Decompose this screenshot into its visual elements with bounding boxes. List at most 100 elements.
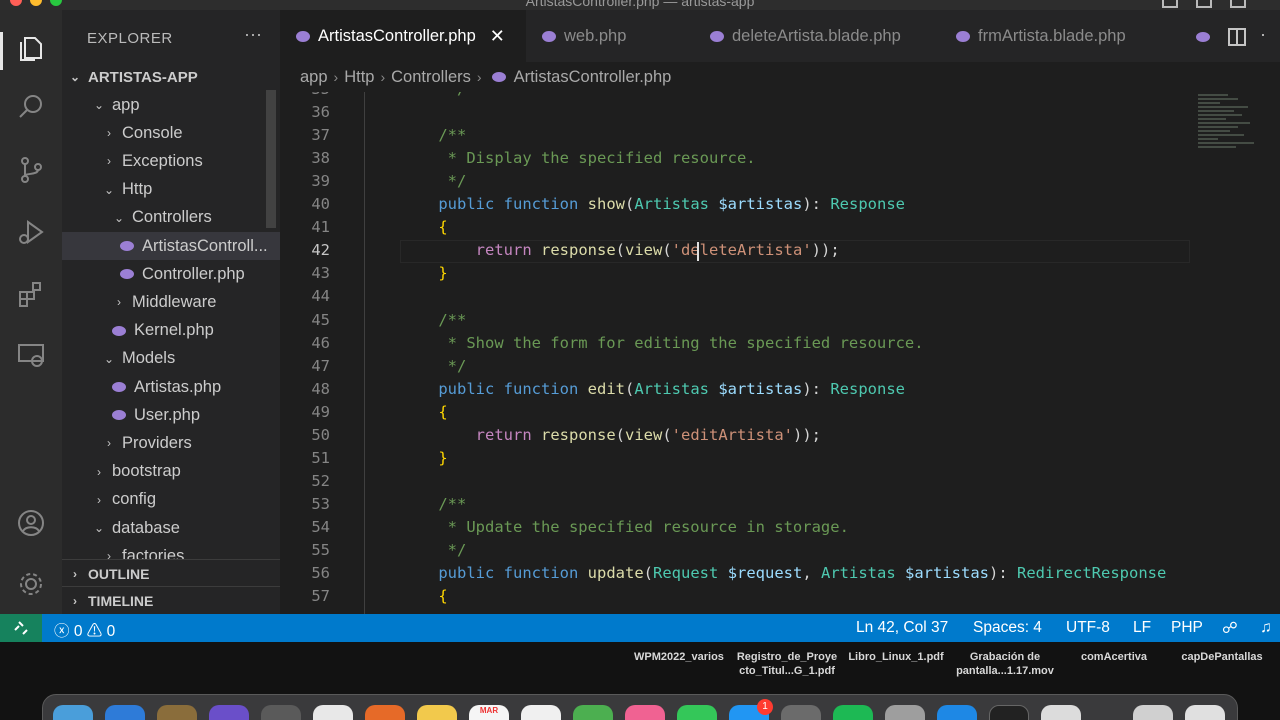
folder-item[interactable]: › config [62,486,280,514]
code-line[interactable]: } [401,449,447,467]
code-line[interactable]: { [401,403,447,421]
breadcrumb-item[interactable]: Http [344,68,374,87]
toggle-sidebar-icon[interactable] [1162,0,1178,8]
toggle-secondary-sidebar-icon[interactable] [1230,0,1246,8]
desktop-file[interactable]: Grabación de pantalla...1.17.mov [950,650,1060,678]
app-store-icon[interactable]: 1 [729,699,773,720]
desktop-file[interactable]: Libro_Linux_1.pdf [842,650,950,664]
code-line[interactable]: /** [401,495,466,513]
problems-indicator[interactable]: ⓧ 0 ⚠ 0 [54,619,115,641]
folder-item[interactable]: ⌄ Models [62,345,280,373]
encoding-setting[interactable]: UTF-8 [1066,619,1110,637]
folder-item[interactable]: ⌄ database [62,514,280,542]
code-editor[interactable]: 35 */ 36 37 /** 38 * Display the specified … [280,92,1280,614]
tab-web[interactable]: web.php [526,10,694,62]
desktop-file[interactable]: comAcertiva [1064,650,1164,664]
file-item[interactable]: Artistas.php [62,373,280,401]
firefox-icon[interactable] [365,705,405,720]
code-line[interactable]: return response(view('deleteArtista')); [401,241,840,259]
code-line[interactable]: */ [401,172,467,190]
project-root[interactable]: ⌄ ARTISTAS-APP [62,63,280,91]
code-line[interactable]: { [401,218,447,236]
php-file-icon[interactable] [1196,32,1210,42]
settings-gear-icon[interactable] [14,567,48,601]
trash-icon[interactable] [1185,705,1225,720]
file-item[interactable]: User.php [62,401,280,429]
code-line[interactable]: */ [401,541,467,559]
code-line[interactable]: public function update(Request $request,… [401,564,1166,582]
facetime-icon[interactable] [677,705,717,720]
split-editor-icon[interactable] [1228,28,1246,51]
breadcrumb-item[interactable]: ArtistasController.php [514,68,672,87]
code-line[interactable]: { [401,587,447,605]
code-line[interactable]: * Show the form for editing the specifie… [401,334,924,352]
outline-section[interactable]: › OUTLINE [62,559,280,587]
extensions-icon[interactable] [14,277,48,311]
spotify-icon[interactable] [833,705,873,720]
folder-item[interactable]: › Console [62,119,280,147]
indentation-setting[interactable]: Spaces: 4 [973,619,1042,637]
vscode-icon[interactable] [937,705,977,720]
photos-icon[interactable] [625,705,665,720]
remote-explorer-icon[interactable] [14,338,48,372]
sidebar-scrollbar[interactable] [266,90,276,228]
run-debug-icon[interactable] [14,215,48,249]
folder-item[interactable]: › bootstrap [62,458,280,486]
minimap[interactable] [1198,92,1268,222]
folder-item[interactable]: ⌄ Controllers [62,204,280,232]
siri-icon[interactable] [209,705,249,720]
notes-app-icon[interactable] [157,705,197,720]
notes-icon[interactable] [417,705,457,720]
tab-artistascontroller[interactable]: ArtistasController.php ✕ [280,10,526,62]
folder-item[interactable]: › Providers [62,429,280,457]
code-line[interactable]: } [401,264,447,282]
code-line[interactable]: * Update the specified resource in stora… [401,518,849,536]
folder-item[interactable]: › Exceptions [62,147,280,175]
folder-item[interactable]: ⌄ Http [62,176,280,204]
file-item[interactable]: Controller.php [62,260,280,288]
system-preferences-icon[interactable] [781,705,821,720]
explorer-icon[interactable] [14,32,48,66]
source-control-icon[interactable] [14,153,48,187]
desktop-file[interactable]: WPM2022_varios [626,650,732,664]
more-actions-icon[interactable]: ··· [244,24,262,45]
accounts-icon[interactable] [14,506,48,540]
disk-utility-icon[interactable] [1041,705,1081,720]
desktop-file[interactable]: capDePantallas [1170,650,1274,664]
code-line[interactable]: public function show(Artistas $artistas)… [401,195,905,213]
folder-item[interactable]: › Middleware [62,288,280,316]
code-line[interactable]: /** [401,126,466,144]
notifications-icon[interactable]: ♫ [1260,619,1272,637]
preview-icon[interactable] [885,705,925,720]
tab-deleteartista[interactable]: deleteArtista.blade.php [694,10,940,62]
search-icon[interactable] [14,90,48,124]
toggle-panel-icon[interactable] [1196,0,1212,8]
safari-icon[interactable] [105,705,145,720]
maps-icon[interactable] [573,705,613,720]
desktop-file[interactable]: Registro_de_Proye cto_Titul...G_1.pdf [732,650,842,678]
timeline-section[interactable]: › TIMELINE [62,586,280,614]
code-line[interactable]: */ [401,357,467,375]
eol-setting[interactable]: LF [1133,619,1151,637]
breadcrumb-item[interactable]: Controllers [391,68,471,87]
language-mode[interactable]: PHP [1171,619,1203,637]
close-tab-icon[interactable]: ✕ [490,26,505,47]
remote-indicator[interactable] [0,614,42,642]
code-line[interactable]: */ [401,92,467,98]
chrome-icon[interactable] [313,705,353,720]
finder-icon[interactable] [53,705,93,720]
code-line[interactable]: public function edit(Artistas $artistas)… [401,380,905,398]
file-item[interactable]: ArtistasControll... [62,232,280,260]
feedback-icon[interactable]: ☍ [1222,619,1238,638]
code-line[interactable]: /** [401,311,466,329]
launchpad-icon[interactable] [261,705,301,720]
reminders-icon[interactable] [521,705,561,720]
file-item[interactable]: Kernel.php [62,317,280,345]
tab-frmartista[interactable]: frmArtista.blade.php [940,10,1176,62]
more-actions-icon[interactable]: · [1260,24,1266,45]
breadcrumb-item[interactable]: app [300,68,328,87]
code-line[interactable]: return response(view('editArtista')); [401,426,821,444]
folder-item[interactable]: ⌄ app [62,91,280,119]
cursor-position[interactable]: Ln 42, Col 37 [856,619,948,637]
terminal-icon[interactable] [989,705,1029,720]
